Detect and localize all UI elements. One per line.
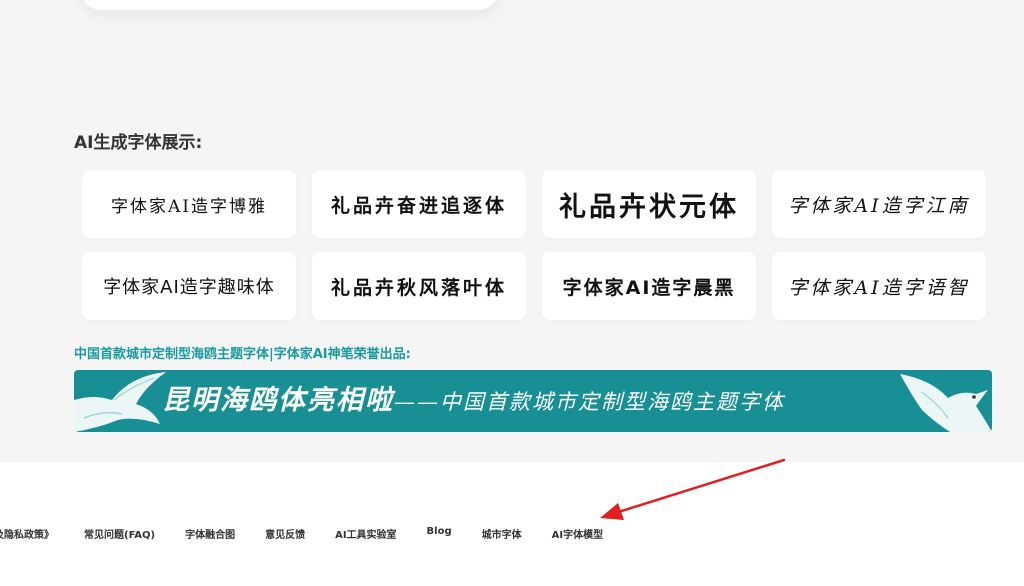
font-sample-label: 礼品卉秋风落叶体 (330, 276, 507, 299)
banner-text: 昆明海鸥体亮相啦——中国首款城市定制型海鸥主题字体 (162, 370, 785, 432)
font-sample-label: 字体家AI造字晨黑 (562, 276, 736, 299)
promo-banner[interactable]: 昆明海鸥体亮相啦——中国首款城市定制型海鸥主题字体 (74, 370, 992, 432)
footer-link-blog[interactable]: Blog (427, 526, 452, 537)
font-sample-card[interactable]: 字体家AI造字江南 (772, 170, 986, 238)
footer-link-city-fonts[interactable]: 城市字体 (482, 526, 522, 541)
font-sample-card[interactable]: 礼品卉状元体 (542, 170, 756, 238)
footer-link-font-fusion[interactable]: 字体融合图 (185, 526, 235, 541)
font-sample-label: 字体家AI造字博雅 (111, 196, 267, 217)
footer-link-ai-lab[interactable]: AI工具实验室 (335, 526, 396, 541)
font-sample-card[interactable]: 字体家AI造字晨黑 (542, 252, 756, 320)
font-sample-grid: 字体家AI造字博雅 礼品卉奋进追逐体 礼品卉状元体 字体家AI造字江南 字体家A… (82, 170, 986, 320)
footer: 及隐私政策》 常见问题(FAQ) 字体融合图 意见反馈 AI工具实验室 Blog… (0, 462, 1024, 586)
font-sample-card[interactable]: 字体家AI造字博雅 (82, 170, 296, 238)
footer-links: 及隐私政策》 常见问题(FAQ) 字体融合图 意见反馈 AI工具实验室 Blog… (0, 526, 633, 541)
top-card (80, 0, 500, 10)
font-sample-label: 字体家AI造字语智 (788, 276, 970, 299)
font-sample-label: 字体家AI造字江南 (788, 194, 970, 217)
footer-link-feedback[interactable]: 意见反馈 (265, 526, 305, 541)
font-sample-card[interactable]: 礼品卉奋进追逐体 (312, 170, 526, 238)
section-title: AI生成字体展示: (74, 133, 203, 153)
font-sample-card[interactable]: 礼品卉秋风落叶体 (312, 252, 526, 320)
footer-link-faq[interactable]: 常见问题(FAQ) (84, 526, 155, 541)
font-sample-card[interactable]: 字体家AI造字趣味体 (82, 252, 296, 320)
footer-link-ai-font-model[interactable]: AI字体模型 (552, 526, 603, 541)
font-sample-label: 礼品卉状元体 (559, 191, 739, 223)
font-sample-label: 礼品卉奋进追逐体 (330, 194, 507, 217)
banner-sub-text: 中国首款城市定制型海鸥主题字体 (440, 390, 785, 414)
promo-title: 中国首款城市定制型海鸥主题字体|字体家AI神笔荣誉出品: (74, 347, 411, 362)
banner-dash: —— (394, 390, 440, 414)
footer-link-privacy[interactable]: 及隐私政策》 (0, 526, 54, 541)
seagull-right-icon (900, 374, 992, 432)
font-sample-card[interactable]: 字体家AI造字语智 (772, 252, 986, 320)
banner-main-text: 昆明海鸥体亮相啦 (162, 385, 394, 416)
font-sample-label: 字体家AI造字趣味体 (103, 277, 275, 298)
